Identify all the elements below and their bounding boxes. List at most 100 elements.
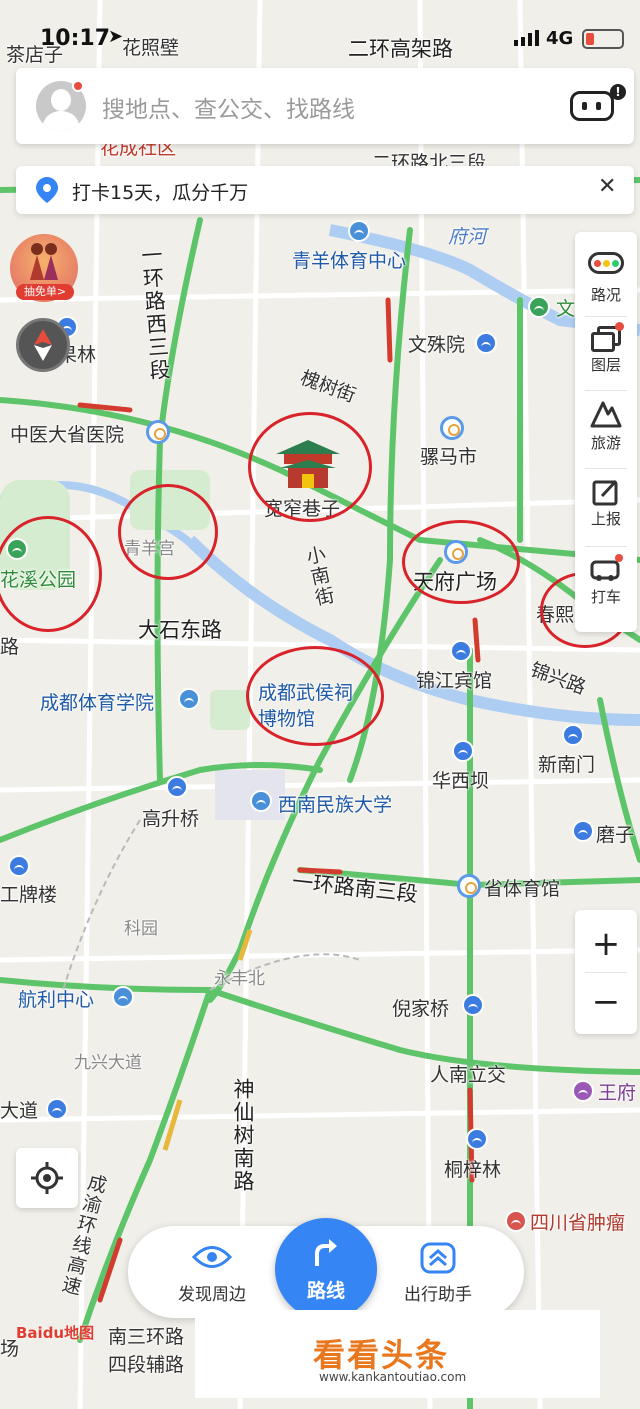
baidu-logo-text: Baidu地图 <box>16 1324 95 1342</box>
promo-label: 抽免单> <box>16 284 74 300</box>
watermark-url: www.kankantoutiao.com <box>319 1370 467 1384</box>
right-toolbar: 路况 图层 旅游 上报 打车 <box>575 232 637 632</box>
toolbar-layers[interactable]: 图层 <box>575 316 637 394</box>
report-icon <box>592 479 618 506</box>
status-bar: 10:17 ➤ 4G <box>0 20 640 64</box>
map-label-luoma-shi: 骡马市 <box>420 446 478 468</box>
map-label-da-dao: 大道 <box>0 1100 39 1122</box>
toolbar-taxi[interactable]: 打车 <box>575 546 637 624</box>
map-label-jinjiang[interactable]: 锦江宾馆 <box>416 666 492 693</box>
map-label-jiuxing-dadao: 九兴大道 <box>74 1053 142 1073</box>
metro-icon-mozi <box>572 820 594 842</box>
promo-badge[interactable]: 抽免单> <box>10 234 78 302</box>
toolbar-travel-label: 旅游 <box>590 434 621 452</box>
hospital-icon-zhongliu <box>505 1210 527 1232</box>
watermark: 看看头条 www.kankantoutiao.com <box>195 1310 600 1398</box>
locate-button[interactable] <box>16 1148 78 1208</box>
toolbar-traffic[interactable]: 路况 <box>575 238 637 316</box>
map-label-nansan-huan: 南三环路 <box>108 1326 185 1348</box>
assistant-button[interactable]: 出行助手 <box>390 1236 486 1310</box>
highlight-circle-tianfu <box>402 520 520 604</box>
toolbar-taxi-label: 打车 <box>590 588 621 606</box>
map-label-siduan-fu: 四段辅路 <box>108 1354 185 1376</box>
map-label-nijia-qiao: 倪家桥 <box>392 998 450 1020</box>
map-label-xinnan-men: 新南门 <box>538 754 596 776</box>
route-button[interactable]: 路线 <box>275 1218 377 1320</box>
metro-icon-jinjiang <box>450 640 472 662</box>
baidu-logo[interactable]: Baidu地图 <box>16 1322 94 1343</box>
figures-icon <box>30 243 58 280</box>
route-label: 路线 <box>306 1280 345 1302</box>
map-label-chengdu-tiyu[interactable]: 成都体育学院 <box>40 688 154 715</box>
network-type: 4G <box>546 28 574 49</box>
taxi-icon <box>590 554 623 581</box>
discover-label: 发现周边 <box>178 1285 246 1305</box>
map-label-zhongyi-daxue[interactable]: 中医大省医院 <box>10 420 124 447</box>
map-label-xinan-minzu[interactable]: 西南民族大学 <box>278 790 392 817</box>
metro-icon-wenshu <box>475 332 497 354</box>
school-icon-tiyu <box>178 688 200 710</box>
map-label-yong-feng-bei: 永丰北 <box>214 969 265 989</box>
map-label-wenshu-yuan[interactable]: 文殊院 <box>408 330 465 357</box>
compass-icon[interactable] <box>16 318 70 372</box>
toolbar-report[interactable]: 上报 <box>575 468 637 546</box>
highlight-circle-kuanzhai <box>248 412 372 522</box>
layers-icon <box>591 322 624 352</box>
transfer-icon-luoma <box>440 416 464 440</box>
route-arrow-icon <box>315 1239 337 1266</box>
school-icon-minzu <box>250 790 272 812</box>
discover-button[interactable]: 发现周边 <box>164 1236 260 1310</box>
map-label-shenxian-shu: 神仙树南路 <box>231 1078 255 1193</box>
map-label-wen: 文 <box>556 298 576 320</box>
shop-icon-wangfu <box>572 1080 594 1102</box>
zoom-in-button[interactable]: + <box>575 916 637 972</box>
highlight-circle-wuhou <box>246 646 384 746</box>
metro-icon-huaxi <box>452 740 474 762</box>
metro-icon-nijia <box>462 994 484 1016</box>
alert-badge-icon: ! <box>610 84 626 100</box>
notification-dot <box>72 80 84 92</box>
status-time: 10:17 <box>40 26 111 51</box>
building-icon-hangli <box>112 986 134 1008</box>
map-label-sichuan-zhongliu[interactable]: 四川省肿瘤 <box>530 1208 625 1235</box>
metro-icon-tongzi <box>466 1128 488 1150</box>
map-label-hangli-zhongxin[interactable]: 航利中心 <box>18 985 94 1012</box>
zoom-control: + − <box>575 910 637 1034</box>
map-label-dashi-dong-lu: 大石东路 <box>138 618 222 642</box>
location-arrow-icon: ➤ <box>108 26 124 47</box>
stadium-icon <box>348 220 370 242</box>
assistant-label: 出行助手 <box>404 1285 472 1305</box>
park-icon-wen <box>528 296 550 318</box>
assistant-icon <box>420 1242 456 1274</box>
metro-icon-xinnan <box>562 724 584 746</box>
map-label-qingyang-tiyu[interactable]: 青羊体育中心 <box>292 246 406 273</box>
location-pin-icon <box>36 177 58 203</box>
voice-assistant-icon[interactable] <box>570 91 614 121</box>
signal-icon <box>514 30 540 50</box>
metro-icon-pailou <box>8 855 30 877</box>
checkin-banner[interactable]: 打卡15天，瓜分千万 ✕ <box>16 166 634 214</box>
transfer-icon-shengti <box>457 874 481 898</box>
map-label-wang-fu[interactable]: 王府 <box>598 1078 636 1105</box>
travel-icon <box>590 401 622 428</box>
map-label-ren-nan-li-jiao: 人南立交 <box>430 1064 507 1086</box>
close-icon[interactable]: ✕ <box>598 174 616 199</box>
map-label-lu: 路 <box>0 636 20 658</box>
map-label-ke-yuan: 科园 <box>124 919 158 939</box>
search-bar[interactable]: 搜地点、查公交、找路线 ! <box>16 68 634 144</box>
metro-icon-dadao <box>46 1098 68 1120</box>
map-label-huaxi-ba: 华西坝 <box>432 770 490 792</box>
highlight-circle-qingyang <box>118 484 218 580</box>
crosshair-icon <box>31 1162 63 1194</box>
toolbar-travel[interactable]: 旅游 <box>575 390 637 468</box>
metro-icon-gaosheng <box>166 776 188 798</box>
map-label-tong-zi-lin: 桐梓林 <box>444 1159 502 1181</box>
toolbar-layers-label: 图层 <box>590 356 621 374</box>
toolbar-traffic-label: 路况 <box>590 286 621 304</box>
zoom-out-button[interactable]: − <box>575 974 637 1030</box>
battery-icon <box>582 29 624 49</box>
eye-icon <box>192 1246 232 1268</box>
search-input[interactable]: 搜地点、查公交、找路线 <box>102 90 355 124</box>
map-label-mo-zi: 磨子 <box>596 824 635 846</box>
banner-text: 打卡15天，瓜分千万 <box>72 182 249 204</box>
